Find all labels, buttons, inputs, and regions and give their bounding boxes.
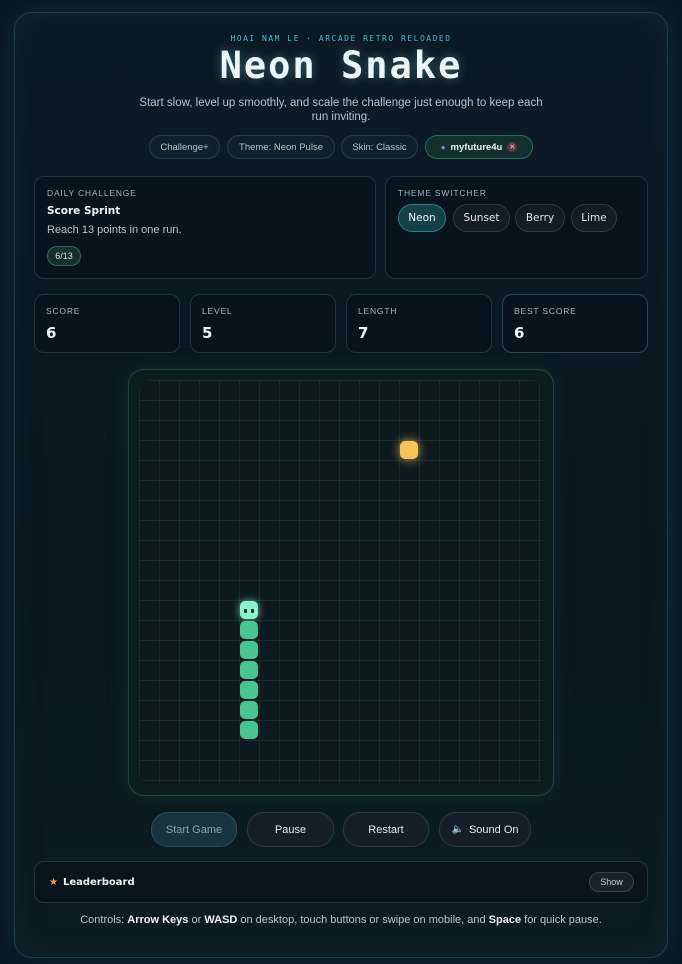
user-chip[interactable]: ● myfuture4u ✕ <box>425 135 533 159</box>
leaderboard-heading: ★ Leaderboard <box>49 877 135 888</box>
level-label: LEVEL <box>202 306 233 316</box>
help-or: or <box>188 914 205 926</box>
leaderboard-panel: ★ Leaderboard Show <box>34 861 648 903</box>
snake-segment <box>240 721 258 739</box>
skin-chip: Skin: Classic <box>341 135 418 159</box>
help-key-wasd: WASD <box>204 914 238 926</box>
user-name: myfuture4u <box>450 141 503 153</box>
length-value: 7 <box>358 324 369 342</box>
theme-lime-button[interactable]: Lime <box>571 204 617 232</box>
level-stat: LEVEL 5 <box>190 294 336 353</box>
score-value: 6 <box>46 324 57 342</box>
challenge-title: Score Sprint <box>47 205 121 217</box>
best-score-value: 6 <box>514 324 525 342</box>
help-key-space: Space <box>488 914 522 926</box>
theme-switcher-panel: THEME SWITCHER Neon Sunset Berry Lime <box>385 176 648 279</box>
trophy-icon: ★ <box>49 877 58 888</box>
start-game-button[interactable]: Start Game <box>151 812 237 847</box>
score-label: SCORE <box>46 306 81 316</box>
snake-segment <box>240 681 258 699</box>
theme-berry-button[interactable]: Berry <box>515 204 565 232</box>
snake-segment <box>240 621 258 639</box>
user-icon: ● <box>440 142 446 152</box>
length-stat: LENGTH 7 <box>346 294 492 353</box>
help-prefix: Controls: <box>80 914 128 926</box>
sound-label: Sound On <box>468 823 519 836</box>
eyebrow-text: HOAI NAM LE · ARCADE RETRO RELOADED <box>230 34 452 43</box>
leaderboard-title: Leaderboard <box>62 877 135 888</box>
help-mid: on desktop, touch buttons or swipe on mo… <box>237 914 489 926</box>
daily-challenge-panel: DAILY CHALLENGE Score Sprint Reach 13 po… <box>34 176 376 279</box>
theme-neon-button[interactable]: Neon <box>398 204 446 232</box>
theme-switcher-label: THEME SWITCHER <box>398 188 487 198</box>
snake-segment <box>240 641 258 659</box>
close-icon[interactable]: ✕ <box>507 142 518 152</box>
best-score-stat: BEST SCORE 6 <box>502 294 648 353</box>
game-subtitle: Start slow, level up smoothly, and scale… <box>139 97 543 123</box>
pause-button[interactable]: Pause <box>247 812 334 847</box>
game-title: Neon Snake <box>219 44 463 87</box>
theme-sunset-button[interactable]: Sunset <box>453 204 510 232</box>
snake-head <box>240 601 258 619</box>
snake-segment <box>240 661 258 679</box>
game-board-frame <box>128 369 554 796</box>
length-label: LENGTH <box>358 306 398 316</box>
game-board[interactable] <box>139 380 543 785</box>
speaker-icon: 🔈 <box>451 824 464 835</box>
level-value: 5 <box>202 324 213 342</box>
sound-toggle-button[interactable]: 🔈 Sound On <box>439 812 531 847</box>
snake-segment <box>240 701 258 719</box>
restart-button[interactable]: Restart <box>343 812 429 847</box>
food-pellet <box>400 441 418 459</box>
best-score-label: BEST SCORE <box>514 306 577 316</box>
help-suffix: for quick pause. <box>521 914 602 926</box>
leaderboard-show-button[interactable]: Show <box>589 872 634 892</box>
status-chips: Challenge+ Theme: Neon Pulse Skin: Class… <box>0 135 682 159</box>
challenge-progress-badge: 6/13 <box>47 246 81 266</box>
daily-challenge-label: DAILY CHALLENGE <box>47 188 137 198</box>
challenge-description: Reach 13 points in one run. <box>47 224 182 236</box>
help-key-arrows: Arrow Keys <box>127 914 189 926</box>
controls-help: Controls: Arrow Keys or WASD on desktop,… <box>0 914 682 926</box>
score-stat: SCORE 6 <box>34 294 180 353</box>
mode-chip: Challenge+ <box>149 135 220 159</box>
theme-chip: Theme: Neon Pulse <box>227 135 335 159</box>
